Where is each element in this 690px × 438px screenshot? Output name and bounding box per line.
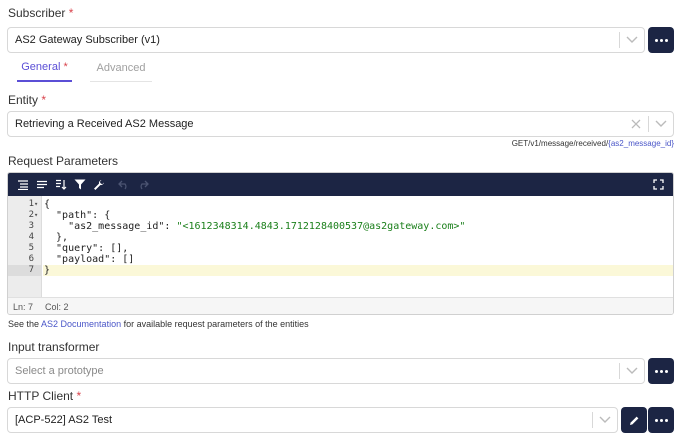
filter-icon[interactable] — [71, 176, 88, 193]
tab-general[interactable]: General * — [17, 54, 72, 82]
more-icon — [654, 38, 668, 42]
pencil-icon — [629, 416, 638, 425]
input-transformer-select[interactable]: Select a prototype — [7, 358, 645, 384]
redo-icon[interactable] — [134, 176, 151, 193]
fullscreen-icon[interactable] — [650, 176, 667, 193]
entity-select[interactable]: Retrieving a Received AS2 Message — [7, 111, 674, 137]
chevron-down-icon[interactable] — [620, 28, 644, 52]
more-icon — [654, 418, 668, 422]
code-line: 4 }, — [28, 232, 69, 243]
entity-endpoint: GET/v1/message/received/{as2_message_id} — [511, 139, 674, 148]
code-line: 3 "as2_message_id": "<1612348314.4843.17… — [28, 221, 466, 232]
http-client-more-button[interactable] — [648, 407, 674, 433]
subscriber-label: Subscriber * — [8, 6, 74, 20]
request-params-label: Request Parameters — [8, 154, 119, 168]
undo-icon[interactable] — [115, 176, 132, 193]
input-transformer-label: Input transformer — [8, 340, 100, 354]
format-icon[interactable] — [14, 176, 31, 193]
http-client-edit-button[interactable] — [621, 407, 647, 433]
sort-icon[interactable] — [52, 176, 69, 193]
active-code-line: } — [43, 265, 673, 276]
http-client-label: HTTP Client * — [8, 389, 82, 403]
entity-label: Entity * — [8, 93, 47, 107]
http-client-value: [ACP-522] AS2 Test — [15, 414, 113, 426]
editor-body[interactable]: 1 ▾ { 2 ▾ "path": { 3 "as2_message_id": … — [8, 196, 673, 297]
code-line: 2 ▾ "path": { — [28, 210, 111, 221]
code-line: 6 "payload": [] — [28, 254, 135, 265]
tab-advanced[interactable]: Advanced — [90, 54, 152, 82]
editor-toolbar — [8, 173, 673, 196]
clear-icon[interactable] — [624, 112, 648, 136]
chevron-down-icon[interactable] — [649, 112, 673, 136]
wrench-icon[interactable] — [90, 176, 107, 193]
subscriber-select[interactable]: AS2 Gateway Subscriber (v1) — [7, 27, 645, 53]
cursor-line: Ln: 7 — [13, 301, 34, 312]
as2-documentation-link[interactable]: AS2 Documentation — [41, 319, 121, 329]
entity-value: Retrieving a Received AS2 Message — [15, 118, 194, 130]
code-line: 5 "query": [], — [28, 243, 129, 254]
more-icon — [654, 369, 668, 373]
json-editor[interactable]: 1 ▾ { 2 ▾ "path": { 3 "as2_message_id": … — [7, 172, 674, 315]
fold-icon[interactable]: ▾ — [34, 210, 42, 221]
subscriber-value: AS2 Gateway Subscriber (v1) — [15, 34, 160, 46]
code-line: 1 ▾ { — [28, 199, 51, 210]
subscriber-more-button[interactable] — [648, 27, 674, 53]
chevron-down-icon[interactable] — [593, 408, 617, 432]
input-transformer-placeholder: Select a prototype — [15, 365, 104, 377]
http-client-select[interactable]: [ACP-522] AS2 Test — [7, 407, 618, 433]
request-params-help: See the AS2 Documentation for available … — [8, 319, 309, 329]
cursor-col: Col: 2 — [45, 301, 69, 312]
editor-status-bar: Ln: 7 Col: 2 — [8, 297, 673, 314]
input-transformer-more-button[interactable] — [648, 358, 674, 384]
compact-icon[interactable] — [33, 176, 50, 193]
active-gutter-line: 7 — [8, 265, 42, 276]
chevron-down-icon[interactable] — [620, 359, 644, 383]
fold-icon[interactable]: ▾ — [34, 199, 42, 210]
